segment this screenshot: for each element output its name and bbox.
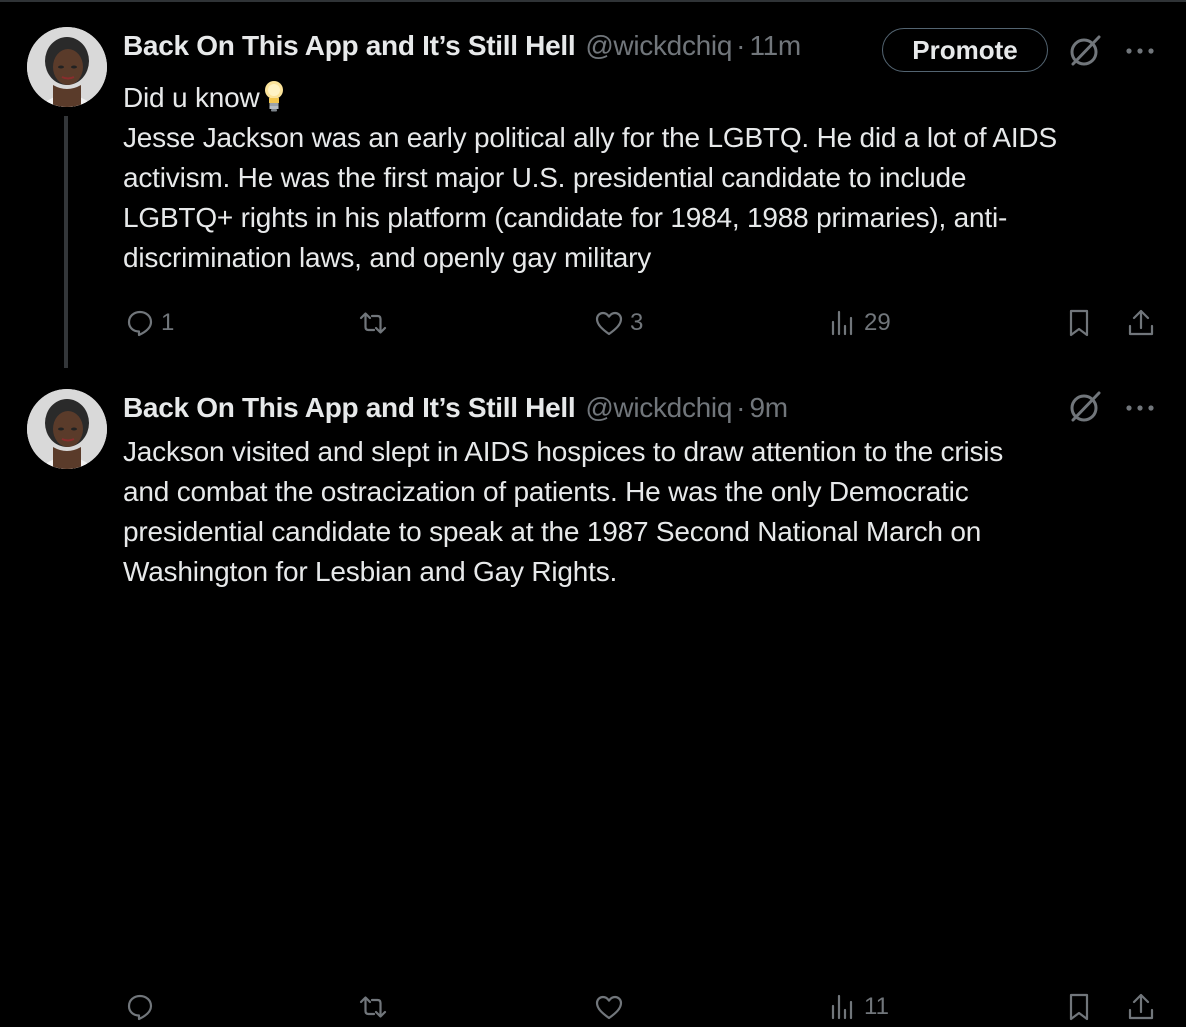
views-icon: [831, 310, 853, 336]
reply-icon: [127, 310, 153, 337]
bookmark-button[interactable]: [1064, 303, 1094, 343]
bookmark-icon: [1069, 309, 1089, 337]
views-count: 29: [864, 309, 891, 336]
lightbulb-emoji: [264, 81, 283, 112]
tweet-text-line: Washington for Lesbian and Gay Rights.: [123, 556, 618, 587]
reply-button[interactable]: 1: [125, 303, 174, 343]
views-button[interactable]: 29: [828, 303, 891, 343]
bookmark-button[interactable]: [1064, 987, 1094, 1027]
tweet[interactable]: Back On This App and It’s Still Hell @wi…: [0, 0, 1186, 370]
grok-icon[interactable]: [1067, 33, 1103, 69]
tweet-text-line: activism. He was the first major U.S. pr…: [123, 162, 967, 193]
repost-button[interactable]: [358, 303, 394, 343]
separator-dot: ·: [736, 30, 746, 61]
like-count: 3: [630, 309, 644, 336]
author-handle[interactable]: @wickdchiq: [585, 30, 732, 62]
share-icon: [1128, 993, 1154, 1020]
share-button[interactable]: [1126, 303, 1156, 343]
views-count: 11: [864, 993, 889, 1020]
repost-icon: [359, 996, 387, 1018]
timestamp[interactable]: 9m: [749, 392, 788, 424]
author-handle[interactable]: @wickdchiq: [585, 392, 732, 424]
promote-button[interactable]: Promote: [882, 28, 1048, 72]
author-display-name[interactable]: Back On This App and It’s Still Hell: [123, 392, 576, 424]
views-button[interactable]: 11: [828, 987, 889, 1027]
tweet-text-line: Jackson visited and slept in AIDS hospic…: [123, 436, 1004, 467]
tweet[interactable]: Back On This App and It’s Still Hell @wi…: [0, 370, 1186, 1021]
tweet-actions: 11: [0, 987, 1186, 1027]
share-button[interactable]: [1126, 987, 1156, 1027]
tweet-header: Back On This App and It’s Still Hell @wi…: [123, 26, 801, 66]
tweet-text-line: Jesse Jackson was an early political all…: [123, 122, 1057, 153]
reply-icon: [127, 994, 153, 1021]
timestamp[interactable]: 11m: [749, 30, 801, 62]
bookmark-icon: [1069, 993, 1089, 1021]
more-icon[interactable]: [1124, 43, 1156, 59]
tweet-text: Jackson visited and slept in AIDS hospic…: [123, 432, 1163, 592]
tweet-header: Back On This App and It’s Still Hell @wi…: [123, 388, 788, 428]
like-icon: [595, 995, 623, 1020]
like-button[interactable]: 3: [594, 303, 643, 343]
like-icon: [595, 311, 623, 336]
views-icon: [831, 994, 853, 1020]
author-display-name[interactable]: Back On This App and It’s Still Hell: [123, 30, 576, 62]
tweet-text-line: presidential candidate to speak at the 1…: [123, 516, 982, 547]
tweet-text-line: and combat the ostracization of patients…: [123, 476, 969, 507]
reply-button[interactable]: [125, 987, 161, 1027]
avatar[interactable]: [27, 27, 107, 107]
tweet-text-line: LGBTQ+ rights in his platform (candidate…: [123, 202, 1008, 233]
more-icon[interactable]: [1124, 400, 1156, 416]
repost-button[interactable]: [358, 987, 394, 1027]
tweet-text-line: discrimination laws, and openly gay mili…: [123, 242, 652, 273]
grok-icon[interactable]: [1067, 389, 1103, 425]
separator-dot: ·: [736, 392, 746, 423]
repost-icon: [359, 312, 387, 334]
like-button[interactable]: [594, 987, 630, 1027]
tweet-actions: 1 3 29: [0, 303, 1186, 343]
tweet-text-line: Did u know: [123, 78, 1163, 118]
tweet-text: Did u know Jesse Jackson was an early po…: [123, 78, 1163, 278]
avatar[interactable]: [27, 389, 107, 469]
reply-count: 1: [161, 309, 175, 336]
share-icon: [1128, 309, 1154, 336]
